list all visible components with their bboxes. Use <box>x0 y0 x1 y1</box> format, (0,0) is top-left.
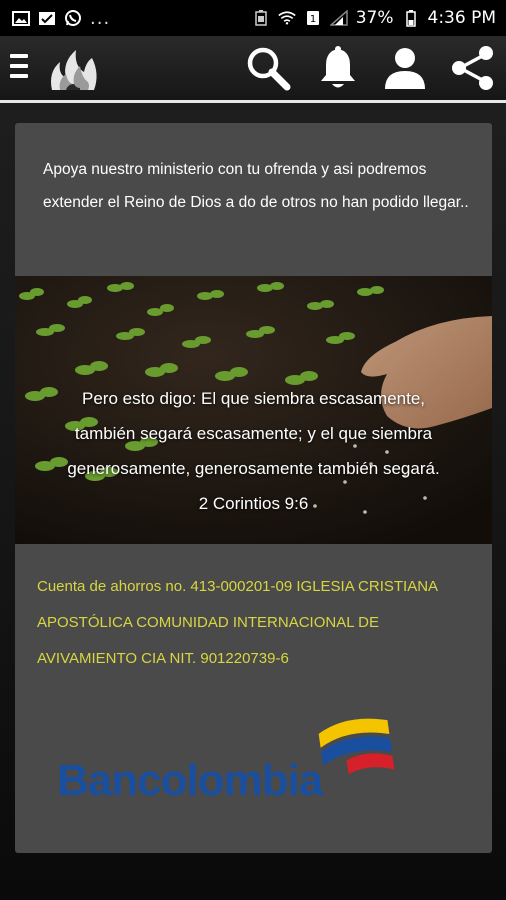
clock: 4:36 PM <box>427 8 497 28</box>
verse-line: Pero esto digo: El que siembra escasamen… <box>81 389 426 408</box>
seedlings-verse-image: Pero esto digo: El que siembra escasamen… <box>15 276 492 544</box>
battery-percentage: 37% <box>355 8 394 28</box>
bank-name: Bancolombia <box>57 756 323 805</box>
wifi-icon <box>278 10 296 26</box>
search-icon[interactable] <box>243 44 293 92</box>
svg-text:1: 1 <box>310 14 316 25</box>
status-left: ... <box>12 8 110 29</box>
bank-account-info: Cuenta de ahorros no. 413-000201-09 IGLE… <box>37 578 438 667</box>
battery-icon <box>402 9 420 27</box>
status-bar: ... 1 37% 4:36 PM <box>0 0 506 36</box>
intro-text: Apoya nuestro ministerio con tu ofrenda … <box>43 161 469 211</box>
whatsapp-icon <box>64 10 82 26</box>
more-notifications: ... <box>90 7 111 29</box>
bible-verse: Pero esto digo: El que siembra escasamen… <box>15 381 492 521</box>
signal-icon <box>329 10 348 26</box>
verse-line: generosamente, generosamente también seg… <box>67 459 440 478</box>
status-right: 1 37% 4:36 PM <box>252 8 496 28</box>
gallery-notification-icon <box>12 10 30 26</box>
share-icon[interactable] <box>448 44 498 92</box>
page-content[interactable]: Apoya nuestro ministerio con tu ofrenda … <box>0 103 506 900</box>
bell-icon[interactable] <box>313 44 363 92</box>
bancolombia-logo: Bancolombia <box>55 718 395 818</box>
hamburger-icon[interactable] <box>10 54 30 82</box>
donation-card: Apoya nuestro ministerio con tu ofrenda … <box>15 123 492 853</box>
sim1-icon: 1 <box>304 10 322 26</box>
flame-logo-icon[interactable] <box>46 44 100 94</box>
image-check-notification-icon <box>38 10 56 26</box>
user-icon[interactable] <box>380 44 430 92</box>
app-bar <box>0 36 506 100</box>
verse-line: también segará escasamente; y el que sie… <box>74 424 433 443</box>
battery-saver-icon <box>252 10 270 26</box>
verse-reference: 2 Corintios 9:6 <box>198 494 309 513</box>
